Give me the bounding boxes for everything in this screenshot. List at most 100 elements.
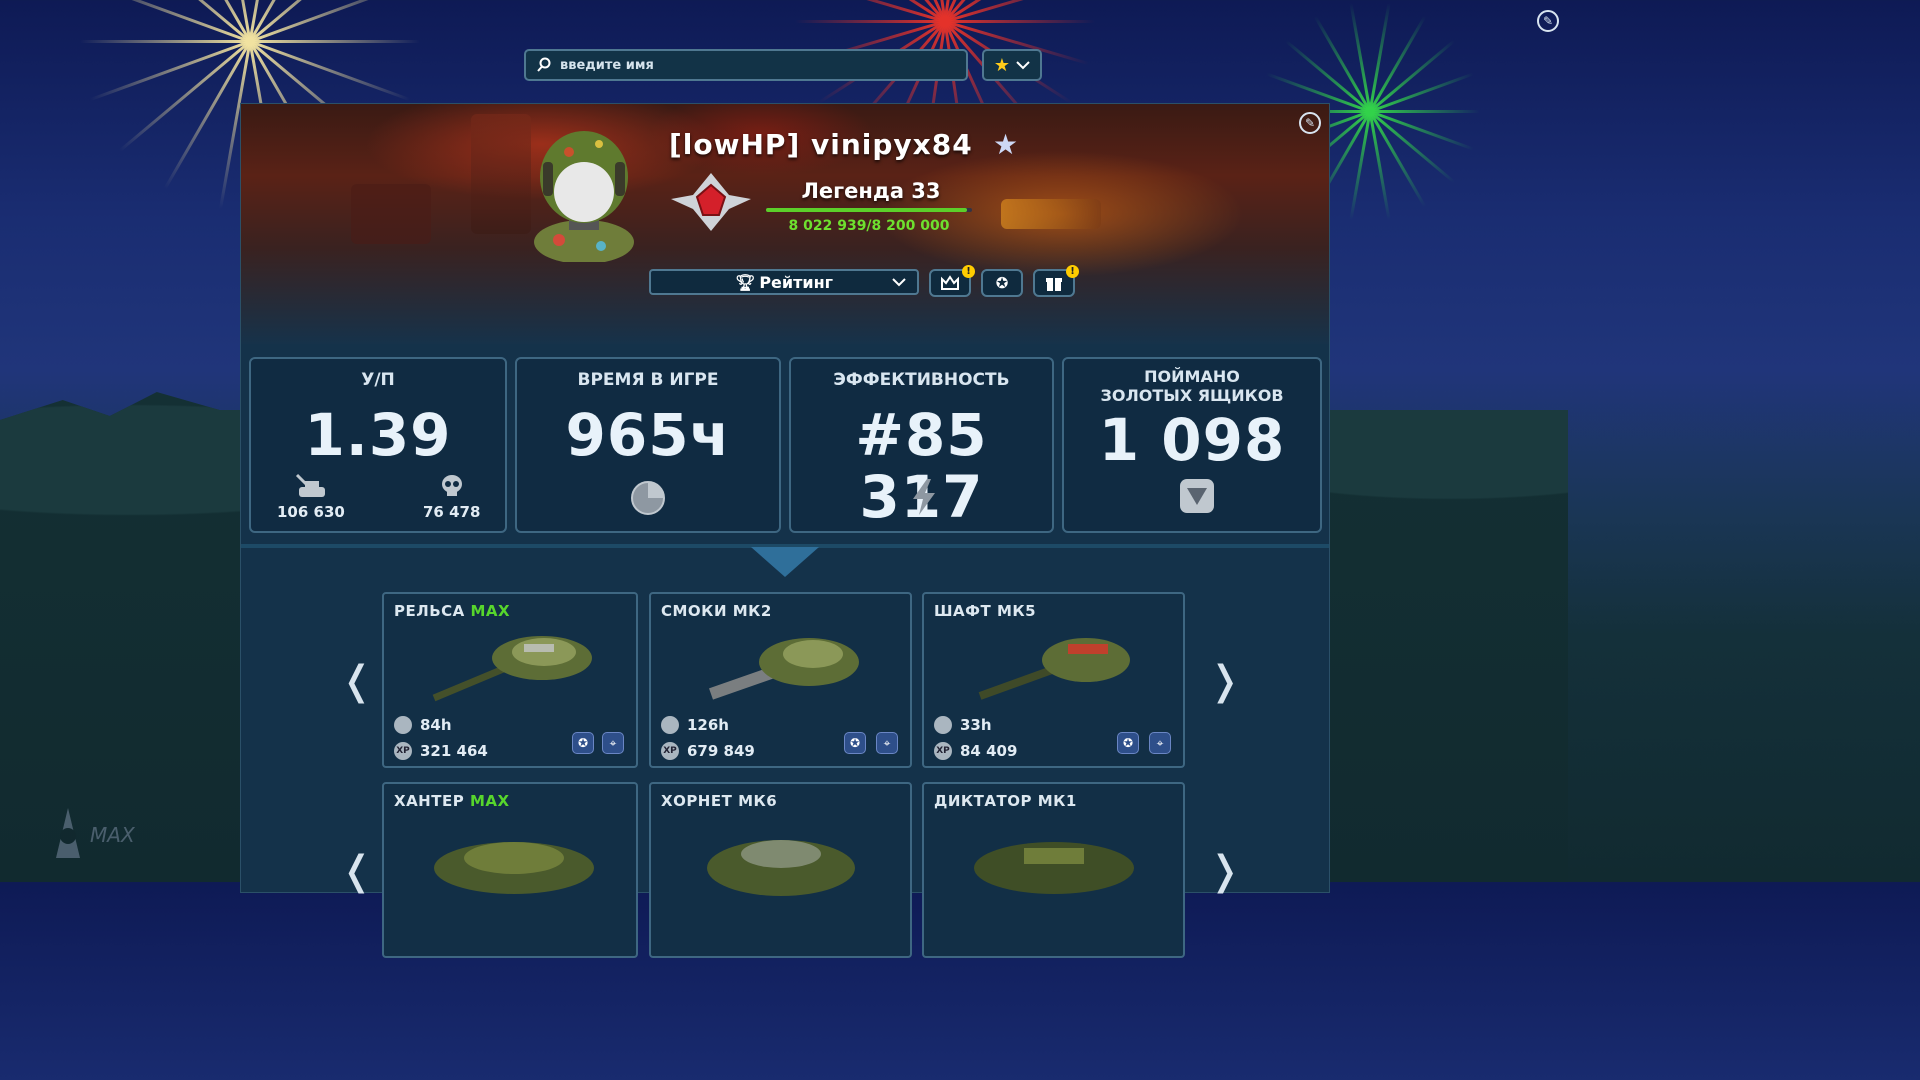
rating-dropdown[interactable]: 🏆︎ Рейтинг	[649, 269, 919, 295]
trophy-icon: 🏆︎	[735, 272, 756, 292]
stat-card-kd: У/П 1.39 106 630 76 478	[249, 357, 507, 533]
weapon-xp-value: 679 849	[687, 742, 755, 760]
settings-button[interactable]: ✪	[981, 269, 1023, 297]
hunter-hull-image	[434, 842, 594, 894]
weapon-card-shaft[interactable]: ШАФТ МК5 33h XP 84 409 ✪ ⌖	[922, 592, 1185, 768]
weapon-xp: XP 321 464	[394, 742, 488, 760]
firework-streak	[1368, 15, 1427, 113]
hull-tier: MAX	[469, 792, 510, 810]
firework-streak	[881, 0, 947, 23]
svg-text:MAX: MAX	[90, 823, 136, 847]
rank-title: Легенда 33	[801, 179, 941, 203]
weapon-card-railgun[interactable]: РЕЛЬСА MAX 84h XP 321 464 ✪ ⌖	[382, 592, 638, 768]
weapon-hours-value: 84h	[420, 716, 452, 734]
firework-streak	[1349, 111, 1372, 221]
weapon-card-smoky[interactable]: СМОКИ МК2 126h XP 679 849 ✪ ⌖	[649, 592, 912, 768]
stat-card-gold-boxes: ПОЙМАНО ЗОЛОТЫХ ЯЩИКОВ 1 098	[1062, 357, 1322, 533]
firework-streak	[118, 40, 251, 152]
weapon-xp-value: 84 409	[960, 742, 1018, 760]
search-bar[interactable]	[524, 49, 968, 81]
firework-streak	[1284, 39, 1371, 113]
hull-name: ХОРНЕТ МК6	[661, 792, 777, 810]
rating-label: Рейтинг	[759, 272, 833, 292]
firework-streak	[1369, 39, 1456, 113]
firework-streak	[943, 0, 1009, 23]
crosshair-icon[interactable]: ⌖	[1149, 732, 1171, 754]
firework-streak	[118, 0, 251, 43]
chevron-down-icon	[892, 278, 906, 287]
firework-streak	[944, 0, 1090, 23]
stat-value: 1.39	[304, 401, 452, 469]
edit-icon[interactable]: ✎	[1537, 10, 1559, 32]
firework-streak	[80, 40, 250, 43]
firework-streak	[1349, 2, 1372, 112]
augment-icon[interactable]: ✪	[572, 732, 594, 754]
dictator-hull-image	[974, 842, 1134, 894]
weapon-hours-value: 33h	[960, 716, 992, 734]
banner-decoration	[471, 114, 531, 234]
xp-progress-bar	[766, 208, 972, 212]
edit-profile-icon[interactable]: ✎	[1299, 112, 1321, 134]
firework-streak	[845, 0, 947, 23]
banner-decoration	[1001, 199, 1101, 229]
favorites-dropdown-button[interactable]: ★	[982, 49, 1042, 81]
deaths-count: 76 478	[423, 503, 481, 521]
crosshair-icon[interactable]: ⌖	[602, 732, 624, 754]
scroll-right-arrow[interactable]: ❭	[1208, 658, 1242, 704]
firework-streak	[249, 0, 382, 43]
firework-streak	[249, 40, 411, 102]
weapon-hours: 33h	[934, 716, 992, 734]
firework-streak	[89, 0, 251, 43]
weapon-hours: 84h	[394, 716, 452, 734]
railgun-turret-image	[432, 636, 592, 702]
firework-streak	[248, 0, 281, 42]
avatar	[534, 131, 634, 262]
augment-icon[interactable]: ✪	[1117, 732, 1139, 754]
star-icon: ★	[993, 54, 1011, 76]
firework-streak	[219, 0, 252, 42]
stat-title: У/П	[361, 370, 395, 390]
crown-button[interactable]: !	[929, 265, 975, 297]
scroll-left-arrow[interactable]: ❬	[340, 848, 374, 894]
firework-streak	[249, 0, 411, 43]
weapon-hours-value: 126h	[687, 716, 729, 734]
alert-badge: !	[962, 265, 975, 278]
firework-streak	[1368, 2, 1391, 112]
scroll-right-arrow[interactable]: ❭	[1208, 848, 1242, 894]
firework-streak	[163, 40, 252, 190]
hull-card-dictator[interactable]: ДИКТАТОР МК1	[922, 782, 1185, 958]
hull-card-hunter[interactable]: ХАНТЕР MAX	[382, 782, 638, 958]
clock-icon	[661, 716, 679, 734]
gift-button[interactable]: !	[1033, 265, 1079, 297]
hull-name-text: ДИКТАТОР МК1	[934, 792, 1077, 810]
firework-streak	[795, 20, 945, 23]
weapon-name-text: РЕЛЬСА	[394, 602, 465, 620]
firework-streak	[163, 0, 252, 43]
firework-streak	[1368, 110, 1427, 208]
hull-card-hornet[interactable]: ХОРНЕТ МК6	[649, 782, 912, 958]
firework-streak	[943, 0, 1045, 23]
search-input[interactable]	[558, 56, 942, 74]
stat-card-playtime: ВРЕМЯ В ИГРЕ 965ч	[515, 357, 781, 533]
lightning-icon	[913, 479, 935, 515]
crosshair-icon[interactable]: ⌖	[876, 732, 898, 754]
gear-icon: ✪	[995, 274, 1009, 292]
xp-icon: XP	[661, 742, 679, 760]
firework-streak	[248, 0, 337, 43]
firework-streak	[1370, 110, 1480, 113]
xp-icon: XP	[934, 742, 952, 760]
crown-icon	[941, 275, 959, 290]
weapon-name: ШАФТ МК5	[934, 602, 1036, 620]
scroll-left-arrow[interactable]: ❬	[340, 658, 374, 704]
weapon-name: СМОКИ МК2	[661, 602, 772, 620]
firework-streak	[1369, 72, 1474, 113]
augment-icon[interactable]: ✪	[844, 732, 866, 754]
firework-streak	[1368, 111, 1391, 221]
alert-badge: !	[1066, 265, 1079, 278]
stat-card-efficiency: ЭФФЕКТИВНОСТЬ #85 317	[789, 357, 1054, 533]
weapon-hours: 126h	[661, 716, 729, 734]
hull-name: ДИКТАТОР МК1	[934, 792, 1077, 810]
firework-streak	[922, 0, 947, 22]
firework-streak	[1313, 15, 1372, 113]
tank-kill-icon	[295, 473, 325, 497]
